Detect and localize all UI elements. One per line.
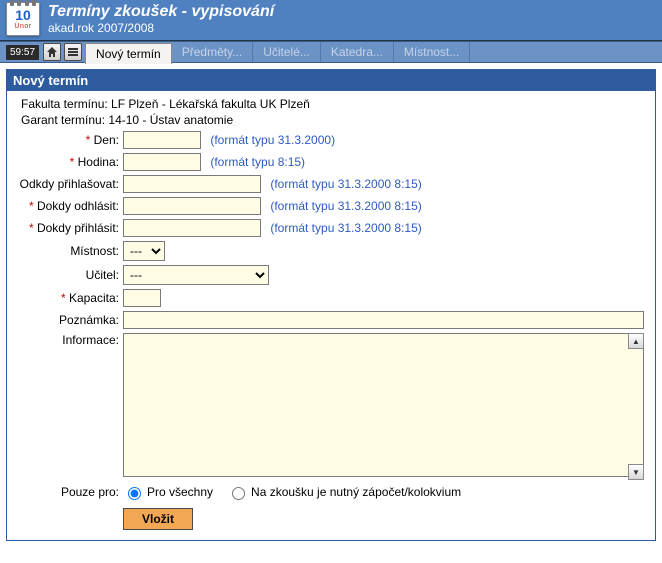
submit-button[interactable]: Vložit [123,508,193,530]
tab-predmety[interactable]: Předměty... [172,42,253,62]
scroll-down-icon[interactable]: ▼ [628,464,644,480]
tab-bar: 59:57 Nový termín Předměty... Učitelé...… [0,41,662,63]
page-subtitle: akad.rok 2007/2008 [48,21,274,35]
page-title: Termíny zkoušek - vypisování [48,3,274,21]
form-panel: Nový termín Fakulta termínu: LF Plzeň - … [6,69,656,541]
mistnost-select[interactable]: --- [123,241,165,261]
dokdy-prihlasit-hint: (formát typu 31.3.2000 8:15) [264,221,421,235]
calendar-month: Únor [14,23,31,30]
faculty-label: Fakulta termínu: [21,97,108,111]
hodina-input[interactable] [123,153,201,171]
garant-label: Garant termínu: [21,113,105,127]
panel-title: Nový termín [7,70,655,91]
faculty-line: Fakulta termínu: LF Plzeň - Lékařská fak… [15,97,647,111]
faculty-value: LF Plzeň - Lékařská fakulta UK Plzeň [111,97,310,111]
ucitel-label: Učitel: [86,268,119,282]
garant-line: Garant termínu: 14-10 - Ústav anatomie [15,113,647,127]
dokdy-odhlasit-hint: (formát typu 31.3.2000 8:15) [264,199,421,213]
odkdy-input[interactable] [123,175,261,193]
radio-all[interactable] [128,487,141,500]
poznamka-label: Poznámka: [59,313,119,327]
radio-all-label[interactable]: Pro všechny [123,484,213,500]
odkdy-hint: (formát typu 31.3.2000 8:15) [264,177,421,191]
informace-label: Informace: [62,333,119,347]
app-header: 10 Únor Termíny zkoušek - vypisování aka… [0,0,662,41]
dokdy-odhlasit-label: Dokdy odhlásit: [37,199,119,213]
kapacita-label: Kapacita: [69,291,119,305]
hodina-hint: (formát typu 8:15) [204,155,305,169]
calendar-day: 10 [15,7,31,23]
informace-textarea[interactable] [123,333,644,477]
tab-katedra[interactable]: Katedra... [321,42,394,62]
radio-exam[interactable] [232,487,245,500]
garant-value: 14-10 - Ústav anatomie [108,113,233,127]
list-button[interactable] [64,43,82,61]
kapacita-input[interactable] [123,289,161,307]
dokdy-odhlasit-input[interactable] [123,197,261,215]
tab-ucitele[interactable]: Učitelé... [253,42,321,62]
home-button[interactable] [43,43,61,61]
pouze-label: Pouze pro: [61,485,119,499]
den-label: Den: [94,133,119,147]
hodina-label: Hodina: [78,155,119,169]
radio-exam-label[interactable]: Na zkoušku je nutný zápočet/kolokvium [227,484,461,500]
den-input[interactable] [123,131,201,149]
ucitel-select[interactable]: --- [123,265,269,285]
scroll-up-icon[interactable]: ▲ [628,333,644,349]
mistnost-label: Místnost: [70,244,119,258]
den-hint: (formát typu 31.3.2000) [204,133,335,147]
calendar-icon: 10 Únor [6,2,40,36]
dokdy-prihlasit-input[interactable] [123,219,261,237]
tab-novy-termin[interactable]: Nový termín [85,43,172,64]
session-timer: 59:57 [6,45,39,60]
poznamka-input[interactable] [123,311,644,329]
odkdy-label: Odkdy přihlašovat: [20,177,119,191]
dokdy-prihlasit-label: Dokdy přihlásit: [37,221,119,235]
tab-mistnost[interactable]: Místnost... [394,42,470,62]
